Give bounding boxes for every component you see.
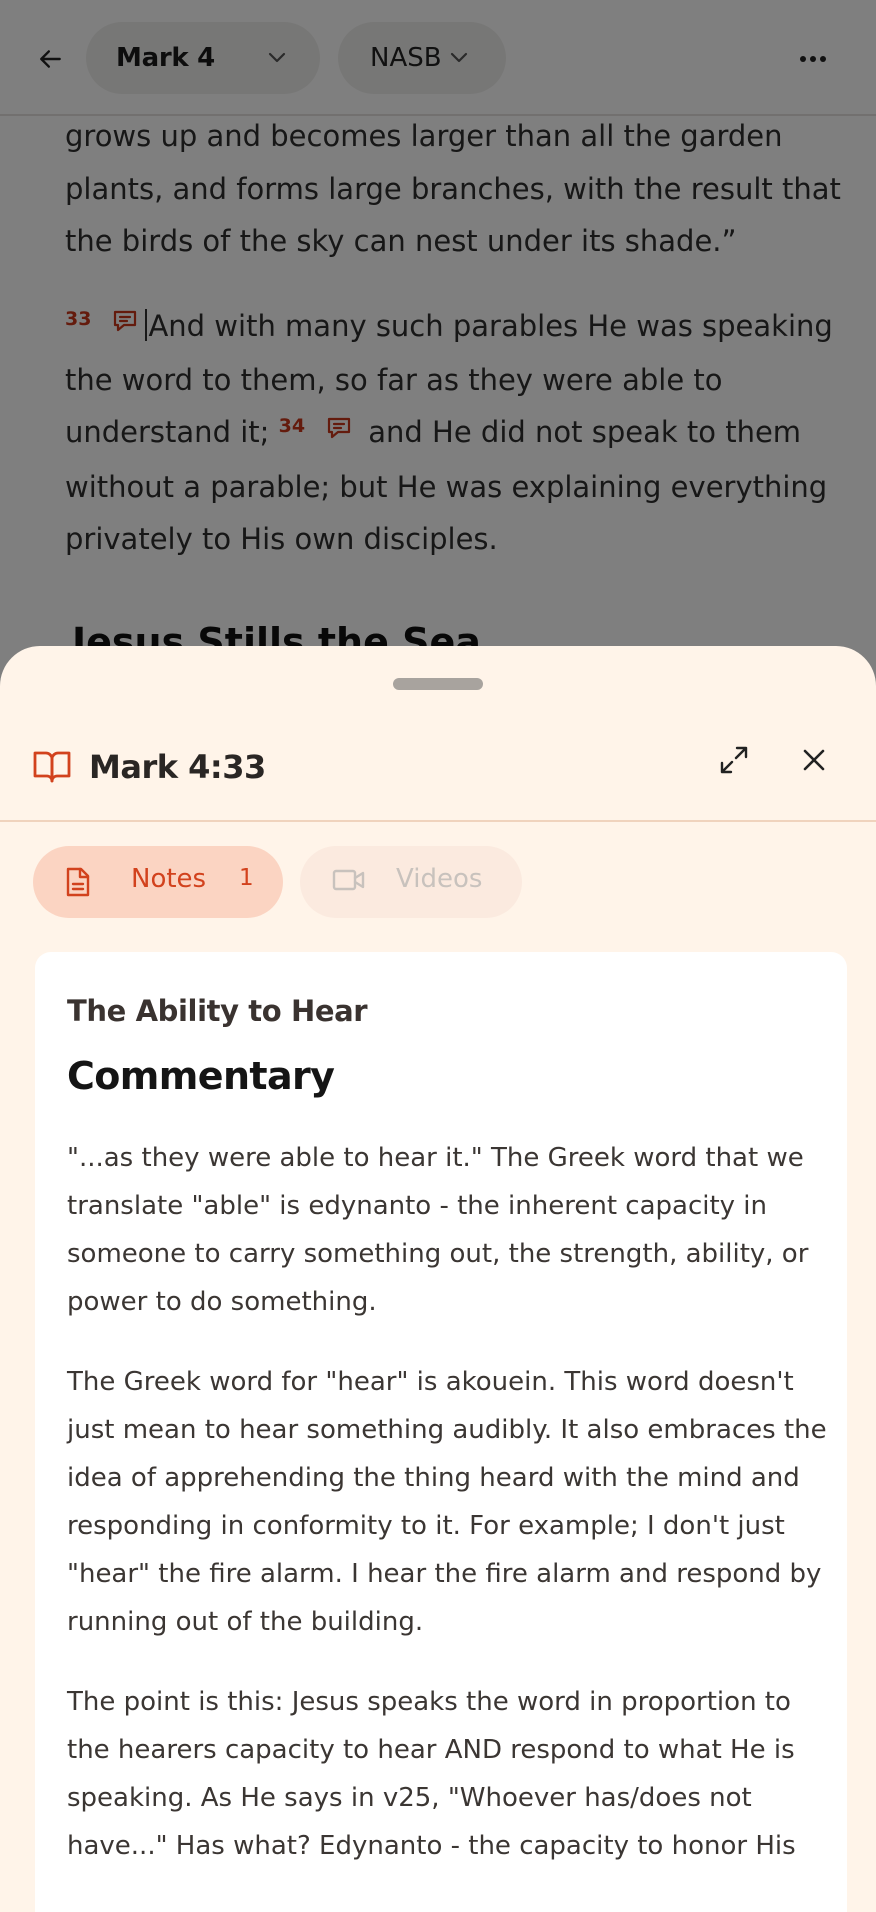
sheet-header: Mark 4:33: [0, 738, 876, 822]
note-paragraph: "...as they were able to hear it." The G…: [67, 1143, 809, 1317]
tab-notes-label: Notes: [131, 864, 207, 894]
document-icon: [66, 867, 90, 897]
note-title: The Ability to Hear: [67, 994, 368, 1028]
close-button[interactable]: [794, 740, 834, 780]
verse-detail-sheet: Mark 4:33 Notes 1 Videos The Ability to …: [0, 646, 876, 1912]
note-paragraph: The point is this: Jesus speaks the word…: [67, 1687, 796, 1861]
tab-notes[interactable]: Notes 1: [33, 846, 283, 918]
note-card[interactable]: The Ability to Hear Commentary "...as th…: [35, 952, 847, 1912]
sheet-drag-handle[interactable]: [393, 678, 483, 690]
note-paragraph: The Greek word for "hear" is akouein. Th…: [67, 1367, 827, 1637]
notes-count-badge: 1: [239, 865, 254, 891]
video-camera-icon: [332, 869, 365, 891]
tab-videos-label: Videos: [396, 864, 483, 894]
note-heading: Commentary: [67, 1054, 335, 1098]
book-open-icon: [33, 751, 71, 783]
sheet-title: Mark 4:33: [89, 748, 266, 786]
note-body: "...as they were able to hear it." The G…: [67, 1134, 827, 1902]
expand-icon: [720, 746, 748, 774]
close-icon: [803, 749, 825, 771]
tab-videos[interactable]: Videos: [300, 846, 522, 918]
expand-button[interactable]: [714, 740, 754, 780]
